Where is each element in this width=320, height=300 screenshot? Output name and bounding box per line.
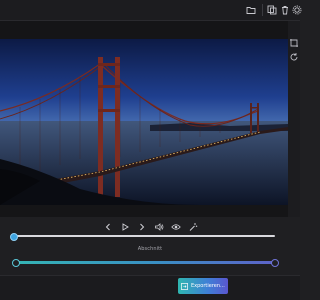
trim-range-slider[interactable]: [15, 261, 274, 264]
folder-icon[interactable]: [245, 4, 257, 16]
playback-controls: [0, 219, 300, 235]
next-frame-icon[interactable]: [137, 222, 147, 232]
export-icon: [181, 282, 188, 290]
top-toolbar: [0, 0, 303, 21]
rotate-icon[interactable]: [289, 47, 299, 61]
export-button-label: Exportieren...: [191, 283, 225, 289]
duplicate-icon[interactable]: [266, 4, 278, 16]
trim-label: Abschnitt: [137, 246, 163, 252]
previous-frame-icon[interactable]: [103, 222, 113, 232]
playhead-handle[interactable]: [10, 233, 18, 241]
golden-gate-bridge-photo: [0, 39, 288, 205]
playhead-slider[interactable]: [13, 235, 275, 237]
delete-icon[interactable]: [279, 4, 291, 16]
footer-bar: [0, 275, 300, 300]
crop-icon[interactable]: [289, 33, 299, 47]
magic-wand-icon[interactable]: [188, 222, 198, 232]
video-editor-window: Abschnitt Exportieren...: [0, 0, 303, 300]
volume-icon[interactable]: [154, 222, 164, 232]
eye-icon[interactable]: [170, 222, 181, 232]
export-button[interactable]: Exportieren...: [178, 278, 228, 294]
toolbar-divider: [262, 4, 263, 16]
preview-image: [0, 39, 288, 205]
settings-icon[interactable]: [291, 4, 303, 16]
trim-start-handle[interactable]: [12, 259, 20, 267]
trim-end-handle[interactable]: [271, 259, 279, 267]
play-icon[interactable]: [120, 222, 130, 232]
